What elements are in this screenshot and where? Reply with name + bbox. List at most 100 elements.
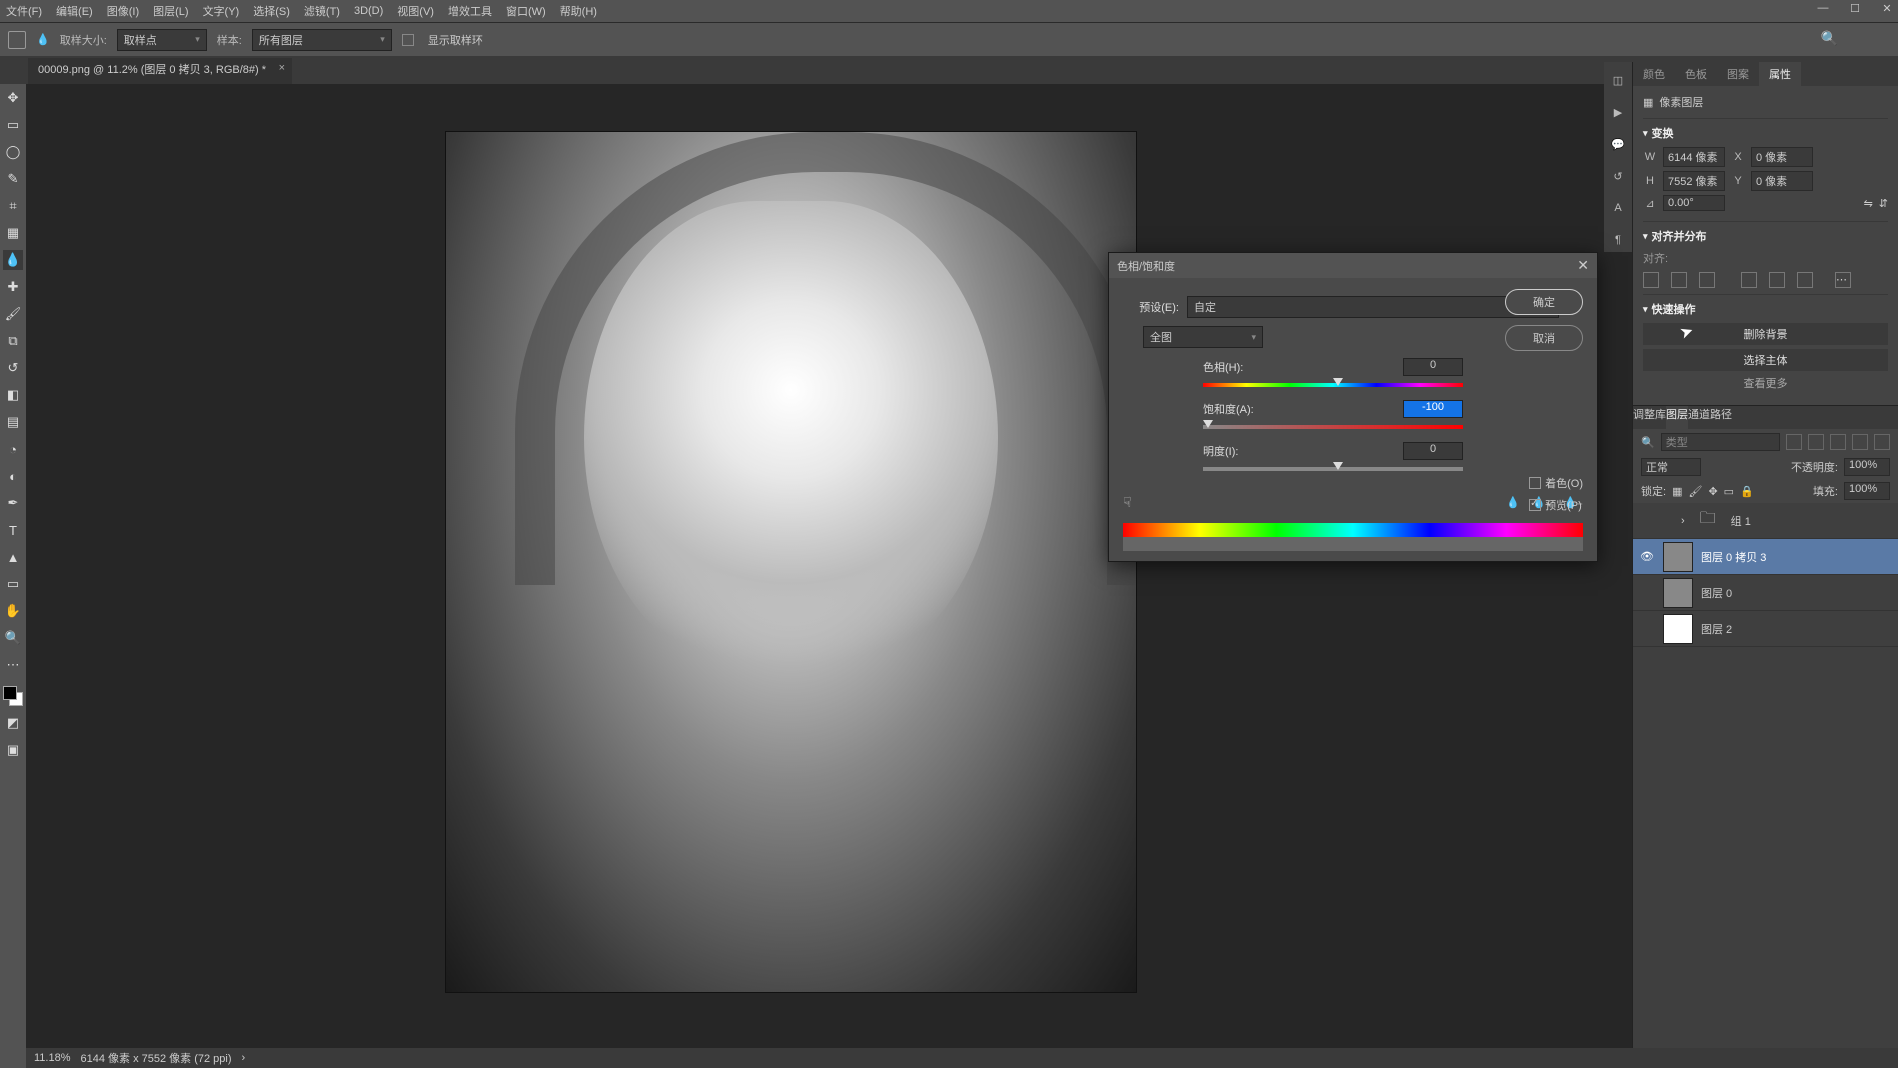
layer-row-0[interactable]: 图层 0: [1633, 575, 1898, 611]
width-field[interactable]: 6144 像素: [1663, 147, 1725, 167]
shape-tool[interactable]: ▭: [3, 574, 23, 594]
visibility-toggle[interactable]: 👁: [1639, 550, 1655, 563]
screenmode-toggle[interactable]: ▣: [3, 740, 23, 760]
menu-edit[interactable]: 编辑(E): [56, 3, 93, 19]
gradient-tool[interactable]: ▤: [3, 412, 23, 432]
tab-libraries[interactable]: 库: [1655, 406, 1666, 429]
lock-trans-icon[interactable]: ▦: [1672, 485, 1682, 498]
hue-saturation-dialog[interactable]: 色相/饱和度 ✕ 预设(E): 自定 ⚙ 确定 取消 全图 色相(H): 0 饱…: [1108, 252, 1598, 562]
close-tab-icon[interactable]: ×: [279, 62, 285, 74]
transform-heading[interactable]: 变换: [1643, 125, 1888, 141]
align-vcenter-icon[interactable]: [1769, 272, 1785, 288]
collapsed-comment-icon[interactable]: 💬: [1609, 138, 1627, 156]
tab-swatch[interactable]: 色板: [1675, 62, 1717, 86]
scrubby-icon[interactable]: ☟: [1123, 494, 1132, 511]
blend-mode-select[interactable]: 正常: [1641, 458, 1701, 476]
lock-all-icon[interactable]: 🔒: [1740, 485, 1754, 498]
menu-plugins[interactable]: 增效工具: [448, 3, 492, 19]
blur-tool[interactable]: ◔: [3, 439, 23, 459]
crop-tool[interactable]: ⌗: [3, 196, 23, 216]
angle-field[interactable]: 0.00°: [1663, 195, 1725, 211]
saturation-input[interactable]: -100: [1403, 400, 1463, 418]
menu-filter[interactable]: 滤镜(T): [304, 3, 340, 19]
layer-name[interactable]: 图层 2: [1701, 621, 1732, 637]
collapsed-tab-icon[interactable]: ◫: [1609, 74, 1627, 92]
frame-tool[interactable]: ▦: [3, 223, 23, 243]
document-tab[interactable]: 00009.png @ 11.2% (图层 0 拷贝 3, RGB/8#) * …: [28, 58, 292, 84]
filter-shape-icon[interactable]: [1852, 434, 1868, 450]
align-heading[interactable]: 对齐并分布: [1643, 228, 1888, 244]
menu-type[interactable]: 文字(Y): [203, 3, 240, 19]
hue-input[interactable]: 0: [1403, 358, 1463, 376]
saturation-slider[interactable]: [1203, 422, 1463, 432]
filter-smart-icon[interactable]: [1874, 434, 1890, 450]
flip-v-icon[interactable]: ⇵: [1879, 197, 1888, 210]
text-tool[interactable]: T: [3, 520, 23, 540]
fill-field[interactable]: 100%: [1844, 482, 1890, 500]
x-field[interactable]: 0 像素: [1751, 147, 1813, 167]
filter-type-icon[interactable]: [1830, 434, 1846, 450]
select-subject-button[interactable]: 选择主体: [1643, 349, 1888, 371]
layer-name[interactable]: 组 1: [1731, 513, 1751, 529]
preset-select[interactable]: 自定: [1187, 296, 1559, 318]
tab-layers[interactable]: 图层: [1666, 406, 1688, 429]
window-maximize[interactable]: ☐: [1848, 2, 1862, 15]
align-bottom-icon[interactable]: [1797, 272, 1813, 288]
tab-gradient[interactable]: 图案: [1717, 62, 1759, 86]
filter-search-icon[interactable]: 🔍: [1641, 436, 1655, 449]
menu-view[interactable]: 视图(V): [397, 3, 434, 19]
align-top-icon[interactable]: [1741, 272, 1757, 288]
height-field[interactable]: 7552 像素: [1663, 171, 1725, 191]
lock-nest-icon[interactable]: ▭: [1724, 485, 1734, 498]
collapsed-type-icon[interactable]: A: [1609, 202, 1627, 220]
menu-window[interactable]: 窗口(W): [506, 3, 546, 19]
remove-bg-button[interactable]: 删除背景: [1643, 323, 1888, 345]
stamp-tool[interactable]: ⧉: [3, 331, 23, 351]
cancel-button[interactable]: 取消: [1505, 325, 1583, 351]
align-left-icon[interactable]: [1643, 272, 1659, 288]
tab-properties[interactable]: 属性: [1759, 62, 1801, 86]
history-brush-tool[interactable]: ↺: [3, 358, 23, 378]
menu-image[interactable]: 图像(I): [107, 3, 139, 19]
filter-adjust-icon[interactable]: [1808, 434, 1824, 450]
y-field[interactable]: 0 像素: [1751, 171, 1813, 191]
layer-name[interactable]: 图层 0: [1701, 585, 1732, 601]
align-hcenter-icon[interactable]: [1671, 272, 1687, 288]
zoom-readout[interactable]: 11.18%: [34, 1052, 71, 1064]
tab-adjustments[interactable]: 调整: [1633, 406, 1655, 429]
ok-button[interactable]: 确定: [1505, 289, 1583, 315]
layer-filter-select[interactable]: 类型: [1661, 433, 1780, 451]
canvas-area[interactable]: [26, 84, 1632, 1048]
lasso-tool[interactable]: ◯: [3, 142, 23, 162]
menu-3d[interactable]: 3D(D): [354, 5, 383, 17]
edit-toolbar[interactable]: ⋯: [3, 655, 23, 675]
dodge-tool[interactable]: ◐: [3, 466, 23, 486]
move-tool[interactable]: ✥: [3, 88, 23, 108]
lock-image-icon[interactable]: 🖌: [1688, 485, 1702, 498]
layer-row-copy3[interactable]: 👁 图层 0 拷贝 3: [1633, 539, 1898, 575]
hue-slider[interactable]: [1203, 380, 1463, 390]
opacity-field[interactable]: 100%: [1844, 458, 1890, 476]
search-icon[interactable]: 🔍: [1821, 30, 1838, 47]
zoom-tool[interactable]: 🔍: [3, 628, 23, 648]
sample-size-select[interactable]: 取样点: [117, 29, 207, 51]
layer-thumbnail[interactable]: [1663, 578, 1693, 608]
preview-checkbox[interactable]: 预览(P): [1529, 497, 1583, 513]
quickmask-toggle[interactable]: ◩: [3, 713, 23, 733]
filter-pixel-icon[interactable]: [1786, 434, 1802, 450]
menu-select[interactable]: 选择(S): [253, 3, 290, 19]
eyedropper-tool[interactable]: 💧: [3, 250, 23, 270]
lightness-slider[interactable]: [1203, 464, 1463, 474]
layer-thumbnail[interactable]: [1663, 542, 1693, 572]
marquee-tool[interactable]: ▭: [3, 115, 23, 135]
window-close[interactable]: ✕: [1880, 2, 1894, 15]
lightness-input[interactable]: 0: [1403, 442, 1463, 460]
healing-tool[interactable]: ✚: [3, 277, 23, 297]
hand-tool[interactable]: ✋: [3, 601, 23, 621]
align-more-icon[interactable]: ⋯: [1835, 272, 1851, 288]
tab-channels[interactable]: 通道: [1688, 406, 1710, 429]
menu-file[interactable]: 文件(F): [6, 3, 42, 19]
sample-select[interactable]: 所有图层: [252, 29, 392, 51]
foreground-background-colors[interactable]: [3, 686, 23, 706]
pen-tool[interactable]: ✒: [3, 493, 23, 513]
